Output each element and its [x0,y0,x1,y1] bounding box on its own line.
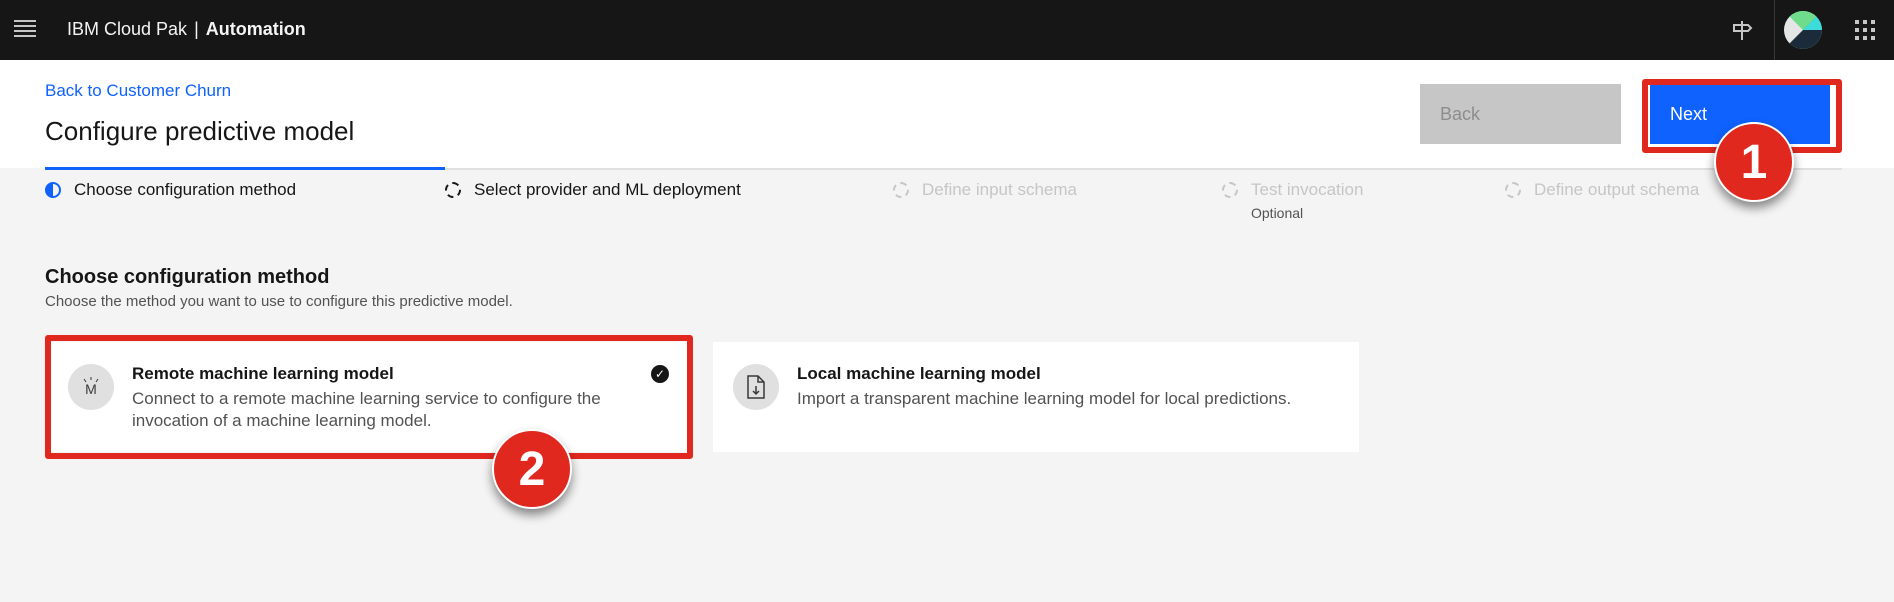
page-title: Configure predictive model [45,116,355,146]
brand-product: Automation [205,19,306,39]
brand-prefix: IBM Cloud Pak [67,19,188,39]
step-label: Define input schema [922,180,1077,199]
file-import-icon [733,364,779,410]
page-header: Back to Customer Churn Configure predict… [0,60,1894,168]
tile-title: Local machine learning model [797,364,1041,383]
user-avatar[interactable] [1774,0,1831,60]
progress-current-bar [45,167,445,170]
pin-icon[interactable] [1720,0,1764,60]
avatar [1784,11,1822,49]
section-title: Choose configuration method [45,266,330,288]
step-optional-label: Optional [1251,205,1304,221]
step-choose-configuration-method[interactable]: Choose configuration method [45,180,296,200]
step-disabled-icon [893,182,909,198]
step-define-input-schema: Define input schema [893,180,1077,200]
menu-icon[interactable] [14,20,36,40]
callout-badge-1: 1 [1714,122,1794,202]
app-switcher-icon[interactable] [1840,0,1890,60]
step-label: Define output schema [1534,180,1700,199]
step-select-provider[interactable]: Select provider and ML deployment [445,180,741,200]
brand-separator: | [194,19,199,39]
step-test-invocation: Test invocation [1222,180,1363,200]
callout-highlight-remote-tile [45,335,693,459]
step-incomplete-icon [445,182,461,198]
tile-description: Import a transparent machine learning mo… [797,389,1292,408]
local-ml-model-tile[interactable]: Local machine learning model Import a tr… [713,342,1359,452]
brand[interactable]: IBM Cloud Pak | Automation [67,19,306,40]
step-label: Choose configuration method [74,180,297,199]
section-description: Choose the method you want to use to con… [45,293,513,310]
back-to-customer-churn-link[interactable]: Back to Customer Churn [45,81,231,101]
step-disabled-icon [1222,182,1238,198]
callout-badge-2: 2 [492,429,572,509]
step-disabled-icon [1505,182,1521,198]
step-current-icon [45,182,61,198]
step-define-output-schema: Define output schema [1505,180,1699,200]
top-bar: IBM Cloud Pak | Automation [0,0,1894,60]
back-button[interactable]: Back [1420,84,1621,144]
step-label: Test invocation [1251,180,1364,199]
step-label: Select provider and ML deployment [474,180,741,199]
